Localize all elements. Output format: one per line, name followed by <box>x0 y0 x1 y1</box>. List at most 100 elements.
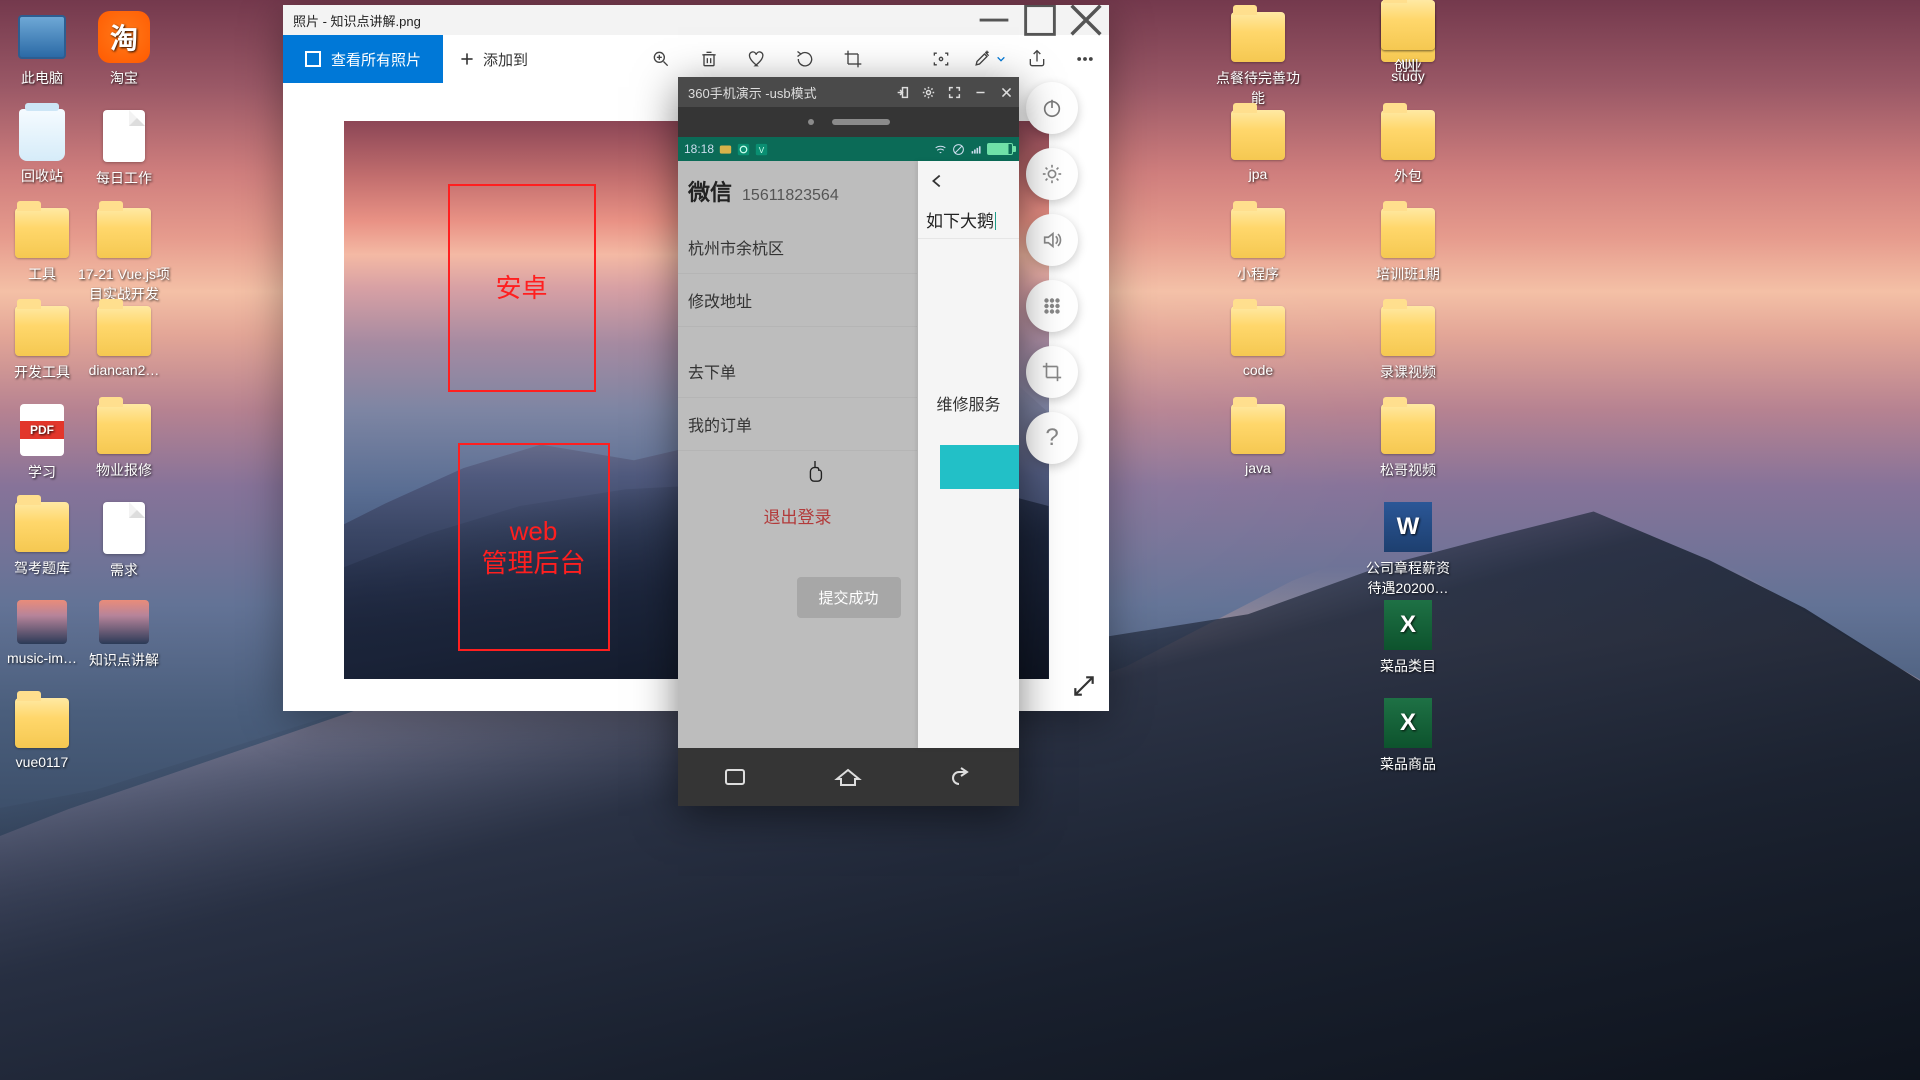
battery-icon <box>987 143 1013 155</box>
phone-mirror-title: 360手机演示 -usb模式 <box>688 83 817 102</box>
desktop-icon[interactable]: 外包 <box>1360 110 1456 186</box>
desktop-icon[interactable]: 点餐待完善功能 <box>1210 12 1306 108</box>
annotation-android-label: 安卓 <box>495 272 547 305</box>
help-button[interactable]: ? <box>1026 412 1078 464</box>
desktop-icon-label: diancan2… <box>76 362 172 378</box>
search-visual-icon[interactable] <box>917 35 965 83</box>
my-orders-row[interactable]: 我的订单 <box>678 398 917 451</box>
edit-dropdown[interactable] <box>965 35 1013 83</box>
android-status-bar: 18:18 V <box>678 137 1019 161</box>
photos-titlebar[interactable]: 照片 - 知识点讲解.png <box>283 5 1109 35</box>
photos-toolbar: 查看所有照片 添加到 <box>283 35 1109 83</box>
plus-icon <box>459 51 475 67</box>
status-clock: 18:18 <box>684 142 714 156</box>
phone-minimize-icon[interactable] <box>967 77 993 107</box>
desktop-icon[interactable]: 物业报修 <box>76 404 172 480</box>
desktop-icon[interactable]: 17-21 Vue.js项目实战开发 <box>76 208 172 304</box>
add-to-button[interactable]: 添加到 <box>443 35 544 83</box>
desktop-icon[interactable]: 小程序 <box>1210 208 1306 284</box>
brightness-button[interactable] <box>1026 148 1078 200</box>
desktop-icon[interactable]: 菜品商品 <box>1360 698 1456 774</box>
desktop-icon[interactable]: 菜品类目 <box>1360 600 1456 676</box>
minimize-button[interactable] <box>971 5 1017 35</box>
desktop-icon-label: 17-21 Vue.js项目实战开发 <box>76 264 172 304</box>
close-button[interactable] <box>1063 5 1109 35</box>
phone-fullscreen-icon[interactable] <box>941 77 967 107</box>
svg-text:V: V <box>758 145 764 154</box>
volume-button[interactable] <box>1026 214 1078 266</box>
desktop-icon[interactable]: 需求 <box>76 502 172 580</box>
overlay-back-button[interactable] <box>918 161 1019 201</box>
desktop-icon[interactable]: 松哥视频 <box>1360 404 1456 480</box>
desktop-icon[interactable]: 培训班1期 <box>1360 208 1456 284</box>
phone-mirror-window: 360手机演示 -usb模式 18:18 V 微信 15611823564 <box>678 77 1019 806</box>
phone-close-icon[interactable] <box>993 77 1019 107</box>
keypad-button[interactable] <box>1026 280 1078 332</box>
desktop-icon[interactable]: vue0117 <box>0 698 90 770</box>
expand-icon[interactable] <box>1071 673 1097 699</box>
nav-recent-button[interactable] <box>720 766 750 788</box>
status-app-icon-1 <box>736 142 750 156</box>
desktop-icon-label: 物业报修 <box>76 460 172 480</box>
phone-login-icon[interactable] <box>889 77 915 107</box>
toast-message: 提交成功 <box>796 577 900 618</box>
go-order-row[interactable]: 去下单 <box>678 345 917 398</box>
rotate-icon[interactable] <box>781 35 829 83</box>
phone-bezel-top <box>678 107 1019 137</box>
desktop-icon[interactable]: jpa <box>1210 110 1306 182</box>
nav-home-button[interactable] <box>833 766 863 788</box>
crop-icon[interactable] <box>829 35 877 83</box>
photos-title: 照片 - 知识点讲解.png <box>293 11 421 30</box>
profile-name: 微信 <box>688 175 732 207</box>
desktop-icon[interactable]: 淘淘宝 <box>76 12 172 88</box>
phone-mirror-titlebar[interactable]: 360手机演示 -usb模式 <box>678 77 1019 107</box>
profile-row: 微信 15611823564 <box>678 161 917 221</box>
more-icon[interactable] <box>1061 35 1109 83</box>
phone-screen[interactable]: 18:18 V 微信 15611823564 杭州市余杭区 修改地址 去下单 我… <box>678 137 1019 748</box>
desktop-icon-label: 松哥视频 <box>1360 460 1456 480</box>
profile-page: 微信 15611823564 杭州市余杭区 修改地址 去下单 我的订单 退出登录 <box>678 161 917 748</box>
desktop-icon[interactable]: 知识点讲解 <box>76 600 172 670</box>
desktop-icon[interactable]: diancan2… <box>76 306 172 378</box>
desktop-icon-label: 需求 <box>76 560 172 580</box>
screenshot-crop-button[interactable] <box>1026 346 1078 398</box>
address-row[interactable]: 杭州市余杭区 <box>678 221 917 274</box>
desktop-icon-label: 外包 <box>1360 166 1456 186</box>
edit-address-row[interactable]: 修改地址 <box>678 274 917 327</box>
wifi-icon <box>933 142 947 156</box>
logout-button[interactable]: 退出登录 <box>678 491 917 540</box>
phone-settings-icon[interactable] <box>915 77 941 107</box>
desktop-icon-label: 菜品商品 <box>1360 754 1456 774</box>
zoom-icon[interactable] <box>637 35 685 83</box>
desktop-icon[interactable]: 每日工作 <box>76 110 172 188</box>
overlay-text-input[interactable]: 如下大鹅 <box>918 201 1019 239</box>
desktop-icon-label: 录课视频 <box>1360 362 1456 382</box>
desktop-icon-label: 菜品类目 <box>1360 656 1456 676</box>
share-icon[interactable] <box>1013 35 1061 83</box>
side-input-panel: 如下大鹅 维修服务 <box>918 161 1019 748</box>
maximize-button[interactable] <box>1017 5 1063 35</box>
desktop-icon-label: 公司章程薪资待遇20200… <box>1360 558 1456 598</box>
signal-icon <box>969 142 983 156</box>
desktop-icon[interactable]: 公司章程薪资待遇20200… <box>1360 502 1456 598</box>
desktop-icon[interactable]: 录课视频 <box>1360 306 1456 382</box>
overlay-submit-button[interactable] <box>940 445 1019 489</box>
power-button[interactable] <box>1026 82 1078 134</box>
desktop-icon[interactable]: code <box>1210 306 1306 378</box>
status-app-icon-2: V <box>754 142 768 156</box>
nav-back-button[interactable] <box>947 766 977 788</box>
favorite-icon[interactable] <box>733 35 781 83</box>
annotation-web-label: web管理后台 <box>481 515 585 580</box>
desktop-icon-label: 淘宝 <box>76 68 172 88</box>
desktop-icon-label: vue0117 <box>0 754 90 770</box>
annotation-web-box: web管理后台 <box>458 443 610 651</box>
delete-icon[interactable] <box>685 35 733 83</box>
desktop-icon[interactable]: java <box>1210 404 1306 476</box>
view-all-photos-button[interactable]: 查看所有照片 <box>283 35 443 83</box>
desktop-icon-label: 培训班1期 <box>1360 264 1456 284</box>
no-sim-icon <box>951 142 965 156</box>
desktop-icon[interactable]: 创业 <box>1360 0 1456 76</box>
annotation-android-box: 安卓 <box>448 184 596 392</box>
desktop-icon-label: 点餐待完善功能 <box>1210 68 1306 108</box>
overlay-service-label[interactable]: 维修服务 <box>918 379 1019 427</box>
